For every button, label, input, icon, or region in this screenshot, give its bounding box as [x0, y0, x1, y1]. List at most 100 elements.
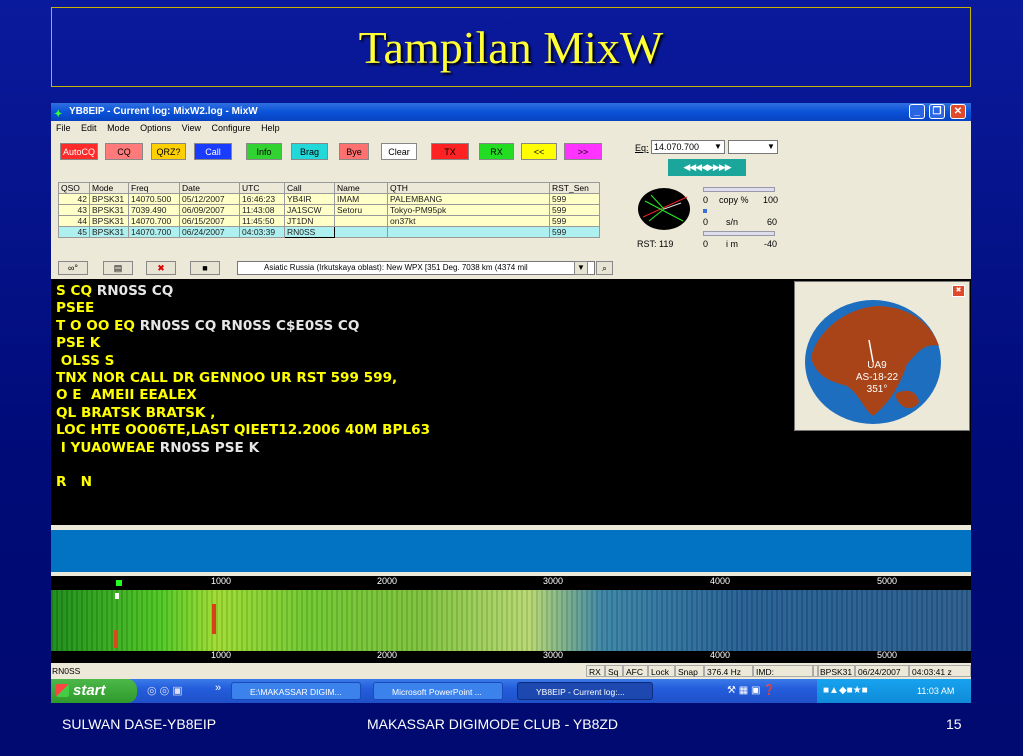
cell-rst: 599 — [549, 204, 600, 216]
col-header-qso[interactable]: QSO — [58, 182, 90, 194]
status-rx[interactable]: RX — [586, 665, 605, 677]
ruler-label: 1000 — [211, 650, 232, 660]
band-dropdown-arrow[interactable]: ▼ — [767, 142, 775, 151]
macro-button-autocq[interactable]: AutoCQ — [60, 143, 98, 160]
col-header-call[interactable]: Call — [284, 182, 335, 194]
macro-button-[interactable]: << — [521, 143, 557, 160]
task-label: YB8EIP - Current log:... — [536, 687, 625, 697]
tray-app-icons[interactable]: ■▲◆■★■ — [823, 679, 868, 703]
callsign-info-text: Asiatic Russia (Irkutskaya oblast): New … — [264, 263, 528, 272]
transmit-window[interactable] — [51, 530, 971, 572]
rx-text-segment: OLSS S — [56, 352, 115, 369]
waterfall-ruler-bottom: 1000 2000 3000 4000 5000 — [51, 650, 971, 663]
macro-button-call[interactable]: Call — [194, 143, 232, 160]
cell-date: 06/15/2007 — [179, 215, 240, 227]
start-button[interactable]: start — [51, 679, 137, 703]
imd-max: -40 — [764, 239, 778, 249]
status-snap[interactable]: Snap — [675, 665, 704, 677]
receive-text[interactable]: S CQ RN0SS CQ PSEE T O OO EQ RN0SS CQ RN0S… — [56, 283, 430, 492]
ruler-label: 4000 — [710, 650, 731, 660]
footer-center: MAKASSAR DIGIMODE CLUB - YB8ZD — [367, 716, 619, 732]
close-button[interactable]: ✕ — [950, 104, 966, 119]
status-time: 04:03:41 z — [909, 665, 971, 677]
window-title: YB8EIP - Current log: MixW2.log - MixW — [69, 106, 258, 117]
zone-label: AS-18-22 — [855, 372, 899, 383]
log-header-row: QSO Mode Freq Date UTC Call Name QTH RST… — [58, 182, 600, 194]
macro-button-brag[interactable]: Brag — [291, 143, 328, 160]
cell-name[interactable] — [334, 226, 388, 238]
cell-call: JA1SCW — [284, 204, 335, 216]
macro-button-rx[interactable]: RX — [479, 143, 514, 160]
menu-help[interactable]: Help — [261, 123, 280, 133]
quicklaunch-more-icon[interactable]: » — [215, 682, 221, 694]
log-table: QSO Mode Freq Date UTC Call Name QTH RST… — [58, 182, 600, 238]
task-powerpoint[interactable]: Microsoft PowerPoint ... — [373, 682, 503, 700]
cell-call-editing[interactable]: RN0SS — [284, 226, 335, 238]
task-explorer[interactable]: E:\MAKASSAR DIGIM... — [231, 682, 361, 700]
macro-button-tx[interactable]: TX — [431, 143, 469, 160]
waterfall-ruler-top: 1000 2000 3000 4000 5000 — [51, 576, 971, 590]
macro-button-info[interactable]: Info — [246, 143, 282, 160]
cell-utc: 11:43:08 — [239, 204, 285, 216]
copy-meter-bar — [703, 187, 775, 192]
status-afc[interactable]: AFC — [623, 665, 648, 677]
col-header-qth[interactable]: QTH — [387, 182, 550, 194]
macro-button-cq[interactable]: CQ — [105, 143, 143, 160]
freq-dropdown-arrow[interactable]: ▼ — [714, 142, 722, 151]
menu-file[interactable]: File — [56, 123, 71, 133]
rx-line: LOC HTE OO06TE,LAST QIEET12.2006 40M BPL… — [56, 422, 430, 439]
quicklaunch-icons[interactable]: ◎ ◎ ▣ — [147, 684, 183, 697]
cell-qth[interactable] — [387, 226, 550, 238]
menu-view[interactable]: View — [182, 123, 201, 133]
form-button[interactable]: ▤ — [103, 261, 133, 275]
macro-button-qrz[interactable]: QRZ? — [151, 143, 186, 160]
status-mode[interactable]: BPSK31 — [817, 665, 855, 677]
window-titlebar[interactable]: ✦ YB8EIP - Current log: MixW2.log - MixW… — [51, 103, 971, 121]
rx-line: PSEE — [56, 300, 430, 317]
macro-button-[interactable]: >> — [564, 143, 602, 160]
phase-scope — [638, 188, 690, 230]
rx-text-segment: T O OO EQ — [56, 317, 140, 334]
col-header-mode[interactable]: Mode — [89, 182, 129, 194]
rx-line: S CQ RN0SS CQ — [56, 283, 430, 300]
map-close-icon[interactable]: ✖ — [952, 285, 965, 297]
info-dropdown-arrow[interactable]: ▼ — [574, 261, 588, 275]
waterfall-display[interactable] — [51, 590, 971, 651]
col-header-rst[interactable]: RST_Sen — [549, 182, 600, 194]
rx-marker-icon[interactable] — [116, 580, 122, 586]
table-row[interactable]: 43 BPSK31 7039.490 06/09/2007 11:43:08 J… — [58, 204, 600, 216]
col-header-freq[interactable]: Freq — [128, 182, 180, 194]
cell-date: 05/12/2007 — [179, 193, 240, 205]
status-lock[interactable]: Lock — [648, 665, 675, 677]
macro-button-clear[interactable]: Clear — [381, 143, 417, 160]
rx-line: I YUA0WEAE RN0SS PSE K — [56, 440, 430, 457]
rx-text-segment: QL BRATSK BRATSK , — [56, 404, 216, 421]
status-sq[interactable]: Sq — [605, 665, 623, 677]
minimize-button[interactable]: _ — [909, 104, 925, 119]
cell-rst[interactable]: 599 — [549, 226, 600, 238]
ruler-label: 5000 — [877, 576, 898, 586]
menu-mode[interactable]: Mode — [107, 123, 130, 133]
search-icon[interactable]: ⌕ — [596, 261, 613, 275]
delete-button[interactable]: ✖ — [146, 261, 176, 275]
tray-icons[interactable]: ⚒ ▦ ▣ ❓ — [727, 679, 776, 703]
table-row[interactable]: 44 BPSK31 14070.700 06/15/2007 11:45:50 … — [58, 215, 600, 227]
table-row-selected[interactable]: 45 BPSK31 14070.700 06/24/2007 04:03:39 … — [58, 226, 600, 238]
col-header-date[interactable]: Date — [179, 182, 240, 194]
page-number: 15 — [946, 716, 962, 732]
tune-arrows-bar[interactable]: ◀◀◀◀▶▶▶▶ — [668, 159, 746, 176]
table-row[interactable]: 42 BPSK31 14070.500 05/12/2007 16:46:23 … — [58, 193, 600, 205]
save-button[interactable]: ■ — [190, 261, 220, 275]
receive-window[interactable]: S CQ RN0SS CQ PSEE T O OO EQ RN0SS CQ RN0S… — [51, 279, 971, 525]
task-mixw-active[interactable]: YB8EIP - Current log:... — [517, 682, 653, 700]
rx-line — [56, 457, 430, 474]
menu-configure[interactable]: Configure — [212, 123, 251, 133]
col-header-name[interactable]: Name — [334, 182, 388, 194]
col-header-utc[interactable]: UTC — [239, 182, 285, 194]
macro-button-bye[interactable]: Bye — [339, 143, 369, 160]
menu-options[interactable]: Options — [140, 123, 171, 133]
waterfall-noise — [51, 590, 971, 651]
restore-button[interactable]: ❐ — [929, 104, 945, 119]
lookup-button[interactable]: ∞° — [58, 261, 88, 275]
menu-edit[interactable]: Edit — [81, 123, 97, 133]
